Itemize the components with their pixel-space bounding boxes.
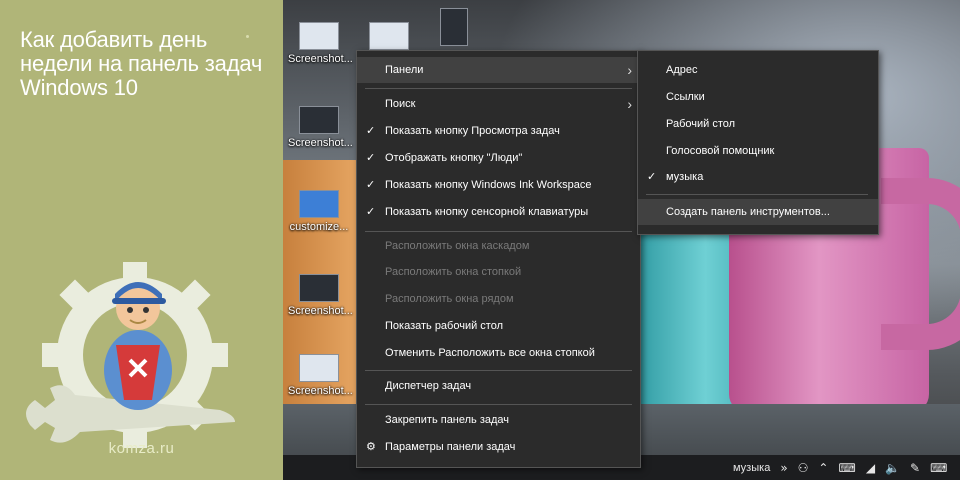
desktop-icon-label: Screenshot... bbox=[288, 385, 353, 397]
menu-item-lock-taskbar[interactable]: Закрепить панель задач bbox=[357, 407, 640, 433]
menu-item-label: Показать кнопку сенсорной клавиатуры bbox=[385, 206, 589, 218]
toolbar-label-music[interactable]: музыка bbox=[733, 462, 770, 474]
menu-item-label: Показать кнопку Windows Ink Workspace bbox=[385, 179, 592, 191]
menu-item-label: Закрепить панель задач bbox=[385, 414, 510, 426]
submenu-item-label: музыка bbox=[666, 171, 704, 183]
desktop-icon[interactable] bbox=[358, 22, 420, 53]
desktop-icon[interactable]: Screenshot... bbox=[288, 106, 353, 149]
chevron-right-icon: › bbox=[627, 96, 632, 112]
network-icon[interactable]: ◢ bbox=[866, 461, 875, 475]
submenu-item-address[interactable]: Адрес bbox=[638, 57, 878, 83]
submenu-item-voice-assistant[interactable]: Голосовой помощник bbox=[638, 138, 878, 164]
file-thumbnail-icon bbox=[299, 274, 339, 302]
file-thumbnail-icon bbox=[299, 22, 339, 50]
menu-divider bbox=[365, 404, 632, 405]
gear-icon: ⚙ bbox=[366, 441, 376, 453]
menu-item-label: Поиск bbox=[385, 98, 416, 110]
desktop-icon[interactable] bbox=[423, 8, 485, 49]
chevron-right-icon: › bbox=[627, 62, 632, 78]
menu-item-touch-keyboard-button[interactable]: ✓ Показать кнопку сенсорной клавиатуры bbox=[357, 199, 640, 225]
submenu-item-music[interactable]: ✓ музыка bbox=[638, 164, 878, 190]
menu-item-label: Диспетчер задач bbox=[385, 380, 472, 392]
menu-item-label: Параметры панели задач bbox=[385, 441, 516, 453]
keyboard-icon[interactable]: ⌨ bbox=[838, 461, 855, 475]
checkmark-icon: ✓ bbox=[366, 125, 376, 137]
menu-divider bbox=[365, 370, 632, 371]
submenu-divider bbox=[646, 194, 868, 195]
menu-item-ink-workspace-button[interactable]: ✓ Показать кнопку Windows Ink Workspace bbox=[357, 172, 640, 198]
menu-item-people-button[interactable]: ✓ Отображать кнопку "Люди" bbox=[357, 145, 640, 171]
desktop-icon[interactable]: customize... bbox=[288, 190, 350, 233]
chevron-up-icon[interactable]: ⌃ bbox=[818, 461, 828, 475]
menu-item-task-view-button[interactable]: ✓ Показать кнопку Просмотра задач bbox=[357, 118, 640, 144]
menu-item-search[interactable]: Поиск › bbox=[357, 91, 640, 117]
menu-item-side-by-side-windows[interactable]: Расположить окна рядом bbox=[357, 286, 640, 312]
menu-item-undo-stack[interactable]: Отменить Расположить все окна стопкой bbox=[357, 340, 640, 366]
menu-item-label: Показать рабочий стол bbox=[385, 320, 504, 332]
menu-item-cascade-windows[interactable]: Расположить окна каскадом bbox=[357, 233, 640, 259]
checkmark-icon: ✓ bbox=[366, 152, 376, 164]
menu-divider bbox=[365, 88, 632, 89]
pen-icon[interactable]: ✎ bbox=[910, 461, 920, 475]
menu-item-taskbar-settings[interactable]: ⚙ Параметры панели задач bbox=[357, 434, 640, 460]
submenu-item-label: Ссылки bbox=[666, 91, 705, 103]
article-title: Как добавить день недели на панель задач… bbox=[20, 27, 263, 100]
submenu-item-label: Адрес bbox=[666, 64, 698, 76]
volume-icon[interactable]: 🔈 bbox=[885, 461, 900, 475]
file-thumbnail-icon bbox=[299, 354, 339, 382]
article-banner: Как добавить день недели на панель задач… bbox=[0, 0, 283, 480]
menu-item-label: Панели bbox=[385, 64, 424, 76]
site-name: komza.ru bbox=[108, 440, 175, 457]
decorative-dot bbox=[246, 35, 249, 38]
checkmark-icon: ✓ bbox=[366, 206, 376, 218]
file-thumbnail-icon bbox=[299, 190, 339, 218]
submenu-item-links[interactable]: Ссылки bbox=[638, 84, 878, 110]
desktop-icon[interactable]: Screenshot... bbox=[288, 354, 353, 397]
mascot-illustration bbox=[26, 262, 235, 448]
submenu-item-label: Рабочий стол bbox=[666, 118, 736, 130]
menu-item-show-desktop[interactable]: Показать рабочий стол bbox=[357, 313, 640, 339]
toolbar-chevron-icon[interactable]: » bbox=[780, 461, 787, 475]
menu-item-label: Расположить окна рядом bbox=[385, 293, 514, 305]
system-tray: музыка » ⚇ ⌃ ⌨ ◢ 🔈 ✎ ⌨ bbox=[733, 455, 947, 480]
checkmark-icon: ✓ bbox=[366, 179, 376, 191]
touch-keyboard-icon[interactable]: ⌨ bbox=[930, 461, 947, 475]
panels-submenu: Адрес Ссылки Рабочий стол Голосовой помо… bbox=[637, 50, 879, 235]
submenu-item-new-toolbar[interactable]: Создать панель инструментов... bbox=[638, 199, 878, 225]
desktop-icon-label: customize... bbox=[289, 221, 349, 233]
menu-item-panels[interactable]: Панели › bbox=[357, 57, 640, 83]
desktop-icon[interactable]: Screenshot... bbox=[288, 22, 353, 65]
file-thumbnail-icon bbox=[369, 22, 409, 50]
menu-item-label: Расположить окна стопкой bbox=[385, 266, 522, 278]
taskbar-context-menu: Панели › Поиск › ✓ Показать кнопку Просм… bbox=[356, 50, 641, 468]
background-mug-handle bbox=[881, 178, 960, 350]
menu-item-task-manager[interactable]: Диспетчер задач bbox=[357, 373, 640, 399]
desktop-icon-label: Screenshot... bbox=[288, 305, 353, 317]
desktop-icon[interactable]: Screenshot... bbox=[288, 274, 353, 317]
menu-item-label: Расположить окна каскадом bbox=[385, 240, 530, 252]
menu-item-label: Отменить Расположить все окна стопкой bbox=[385, 347, 595, 359]
menu-item-label: Показать кнопку Просмотра задач bbox=[385, 125, 560, 137]
file-thumbnail-icon bbox=[299, 106, 339, 134]
menu-divider bbox=[365, 231, 632, 232]
desktop-icon-label: Screenshot... bbox=[288, 137, 353, 149]
desktop-icon-label: Screenshot... bbox=[288, 53, 353, 65]
submenu-item-desktop[interactable]: Рабочий стол bbox=[638, 111, 878, 137]
submenu-item-label: Создать панель инструментов... bbox=[666, 206, 830, 218]
menu-item-label: Отображать кнопку "Люди" bbox=[385, 152, 523, 164]
checkmark-icon: ✓ bbox=[647, 171, 657, 183]
file-thumbnail-icon bbox=[440, 8, 468, 46]
submenu-item-label: Голосовой помощник bbox=[666, 145, 775, 157]
people-icon[interactable]: ⚇ bbox=[798, 461, 809, 475]
menu-item-stack-windows[interactable]: Расположить окна стопкой bbox=[357, 259, 640, 285]
